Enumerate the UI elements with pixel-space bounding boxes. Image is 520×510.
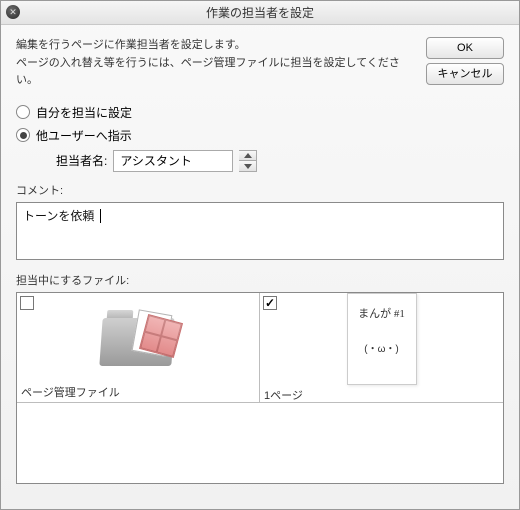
folder-icon bbox=[99, 308, 177, 366]
comment-textarea[interactable]: トーンを依頼 bbox=[16, 202, 504, 260]
assignee-spin bbox=[239, 150, 257, 172]
spin-down-button[interactable] bbox=[239, 161, 256, 171]
files-list: ページ管理ファイル まんが #1 (・ω・) 1ページ bbox=[16, 292, 504, 484]
assign-mode-radio-group: 自分を担当に設定 他ユーザーへ指示 bbox=[16, 104, 504, 144]
text-caret bbox=[100, 209, 101, 223]
assignee-combo[interactable]: アシスタント bbox=[113, 150, 233, 172]
file-label-0: ページ管理ファイル bbox=[17, 382, 259, 402]
radio-other[interactable] bbox=[16, 128, 30, 142]
spin-up-button[interactable] bbox=[239, 151, 256, 162]
assignee-value: アシスタント bbox=[120, 152, 192, 169]
comment-label: コメント: bbox=[16, 182, 504, 198]
close-icon[interactable]: ✕ bbox=[6, 5, 20, 19]
radio-other-label: 他ユーザーへ指示 bbox=[36, 127, 132, 144]
description-line1: 編集を行うページに作業担当者を設定します。 bbox=[16, 37, 416, 55]
thumbnail-scribble: まんが #1 bbox=[348, 308, 416, 321]
file-item-page1[interactable]: まんが #1 (・ω・) 1ページ bbox=[260, 293, 503, 402]
dialog-window: ✕ 作業の担当者を設定 編集を行うページに作業担当者を設定します。 ページの入れ… bbox=[0, 0, 520, 510]
files-label: 担当中にするファイル: bbox=[16, 272, 504, 288]
comment-text: トーンを依頼 bbox=[17, 203, 100, 228]
assignee-label: 担当者名: bbox=[56, 152, 107, 169]
radio-self-label: 自分を担当に設定 bbox=[36, 104, 132, 121]
ok-button[interactable]: OK bbox=[426, 37, 504, 59]
chevron-up-icon bbox=[244, 153, 252, 158]
description-line2: ページの入れ替え等を行うには、ページ管理ファイルに担当を設定してください。 bbox=[16, 55, 416, 90]
description-text: 編集を行うページに作業担当者を設定します。 ページの入れ替え等を行うには、ページ… bbox=[16, 37, 416, 90]
thumbnail-face: (・ω・) bbox=[348, 340, 416, 355]
dialog-title: 作業の担当者を設定 bbox=[206, 4, 314, 21]
radio-self[interactable] bbox=[16, 105, 30, 119]
chevron-down-icon bbox=[244, 164, 252, 169]
file-checkbox-0[interactable] bbox=[20, 296, 34, 310]
cancel-button[interactable]: キャンセル bbox=[426, 63, 504, 85]
file-label-1: 1ページ bbox=[260, 385, 503, 405]
file-checkbox-1[interactable] bbox=[263, 296, 277, 310]
file-item-management[interactable]: ページ管理ファイル bbox=[17, 293, 260, 402]
titlebar: ✕ 作業の担当者を設定 bbox=[1, 1, 519, 25]
page-thumbnail-icon: まんが #1 (・ω・) bbox=[347, 293, 417, 385]
dialog-content: 編集を行うページに作業担当者を設定します。 ページの入れ替え等を行うには、ページ… bbox=[1, 25, 519, 509]
